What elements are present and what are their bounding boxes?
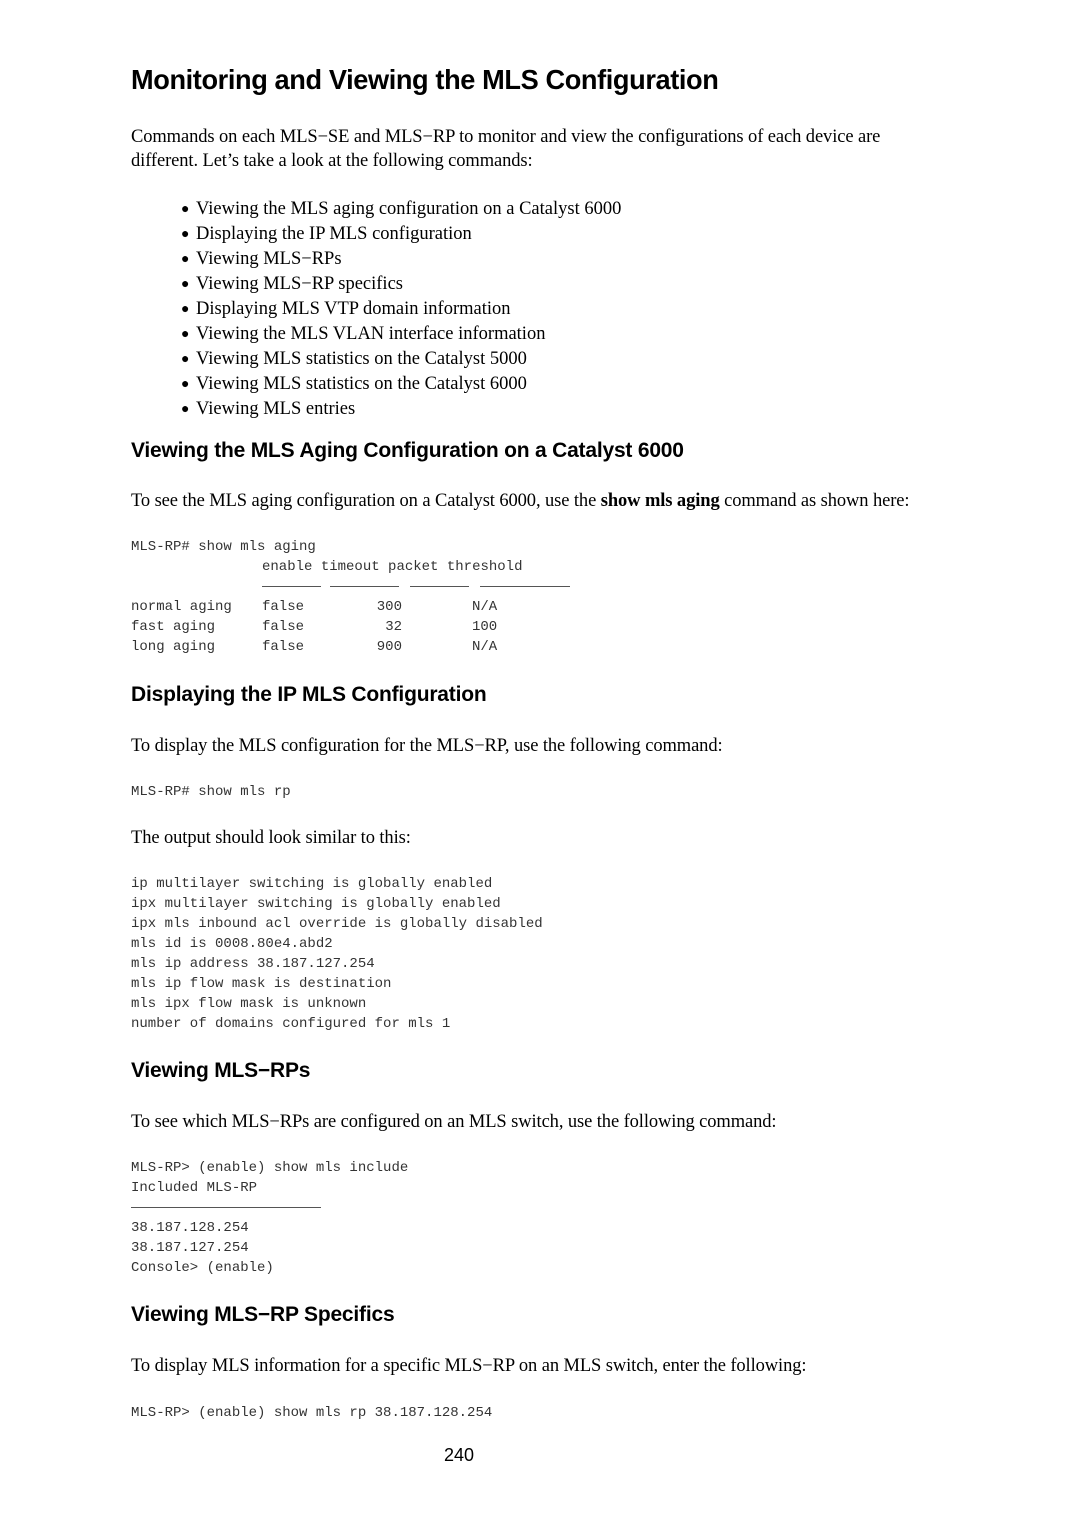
rp-specifics-description: To display MLS information for a specifi… xyxy=(131,1356,807,1376)
bullet-icon: ● xyxy=(181,277,190,292)
ip-mls-output-intro: The output should look similar to this: xyxy=(131,828,411,848)
page-number: 240 xyxy=(443,1445,475,1465)
code-line: Included MLS-RP xyxy=(131,1180,258,1196)
aging-description: To see the MLS aging configuration on a … xyxy=(131,491,910,511)
code-line: mls id is 0008.80e4.abd2 xyxy=(131,936,333,952)
list-item: ● Viewing the MLS VLAN interface informat… xyxy=(181,322,621,347)
list-item: ● Displaying the IP MLS configuration xyxy=(181,222,621,247)
mls-rps-description: To see which MLS−RPs are configured on a… xyxy=(131,1112,777,1132)
divider xyxy=(330,585,399,587)
table-row: long aging false 900 N/A xyxy=(131,639,498,655)
table-row: normal aging false 300 N/A xyxy=(131,599,498,615)
bullet-icon: ● xyxy=(181,377,190,392)
section-heading-ip-mls: Displaying the IP MLS Configuration xyxy=(131,683,487,706)
bullet-icon: ● xyxy=(181,202,190,217)
command-list: ● Viewing the MLS aging configuration on … xyxy=(181,197,621,422)
bullet-icon: ● xyxy=(181,352,190,367)
intro-line-1: Commands on each MLS−SE and MLS−RP to mo… xyxy=(131,127,881,147)
intro-line-2: different. Let’s take a look at the foll… xyxy=(131,151,533,171)
code-line: MLS-RP# show mls aging xyxy=(131,539,316,555)
ip-mls-description: To display the MLS configuration for the… xyxy=(131,736,723,756)
bullet-icon: ● xyxy=(181,252,190,267)
code-line: MLS-RP> (enable) show mls rp 38.187.128.… xyxy=(131,1405,493,1421)
code-line: MLS-RP# show mls rp xyxy=(131,784,291,800)
bullet-icon: ● xyxy=(181,402,190,417)
aging-code-block: MLS-RP# show mls aging enable timeout pac… xyxy=(131,537,570,657)
section-heading-aging: Viewing the MLS Aging Configuration on a… xyxy=(131,439,684,462)
rp-specifics-command: MLS-RP> (enable) show mls rp 38.187.128.… xyxy=(131,1403,492,1423)
code-line: ipx mls inbound acl override is globally… xyxy=(131,916,543,932)
list-item: ● Viewing MLS−RPs xyxy=(181,247,621,272)
divider xyxy=(262,585,321,587)
code-line: number of domains configured for mls 1 xyxy=(131,1016,451,1032)
code-line: ipx multilayer switching is globally ena… xyxy=(131,896,501,912)
ip-mls-output-block: ip multilayer switching is globally enab… xyxy=(131,874,543,1034)
table-separator xyxy=(131,577,570,597)
code-line: 38.187.127.254 xyxy=(131,1240,249,1256)
section-heading-mls-rps: Viewing MLS−RPs xyxy=(131,1059,311,1082)
bullet-icon: ● xyxy=(181,302,190,317)
divider xyxy=(410,585,469,587)
code-line: mls ipx flow mask is unknown xyxy=(131,996,367,1012)
divider xyxy=(131,1206,321,1208)
bullet-icon: ● xyxy=(181,227,190,242)
code-line: Console> (enable) xyxy=(131,1260,274,1276)
command-name: show mls aging xyxy=(600,491,720,511)
list-item: ● Viewing the MLS aging configuration on … xyxy=(181,197,621,222)
list-item: ● Displaying MLS VTP domain information xyxy=(181,297,621,322)
code-line: ip multilayer switching is globally enab… xyxy=(131,876,493,892)
section-heading-rp-specifics: Viewing MLS−RP Specifics xyxy=(131,1303,395,1326)
divider xyxy=(480,585,570,587)
table-separator xyxy=(131,1198,408,1218)
list-item: ● Viewing MLS statistics on the Catalyst … xyxy=(181,347,621,372)
bullet-icon: ● xyxy=(181,327,190,342)
code-line: MLS-RP> (enable) show mls include xyxy=(131,1160,409,1176)
list-item: ● Viewing MLS−RP specifics xyxy=(181,272,621,297)
code-line: 38.187.128.254 xyxy=(131,1220,249,1236)
table-row: fast aging false 32 100 xyxy=(131,619,498,635)
code-line: mls ip flow mask is destination xyxy=(131,976,392,992)
table-header-row: enable timeout packet threshold xyxy=(262,559,523,575)
ip-mls-command: MLS-RP# show mls rp xyxy=(131,782,291,802)
mls-rps-code-block: MLS-RP> (enable) show mls include Include… xyxy=(131,1158,408,1278)
page-title: Monitoring and Viewing the MLS Configura… xyxy=(131,64,719,95)
list-item: ● Viewing MLS statistics on the Catalyst … xyxy=(181,372,621,397)
code-line: mls ip address 38.187.127.254 xyxy=(131,956,375,972)
list-item: ● Viewing MLS entries xyxy=(181,397,621,422)
